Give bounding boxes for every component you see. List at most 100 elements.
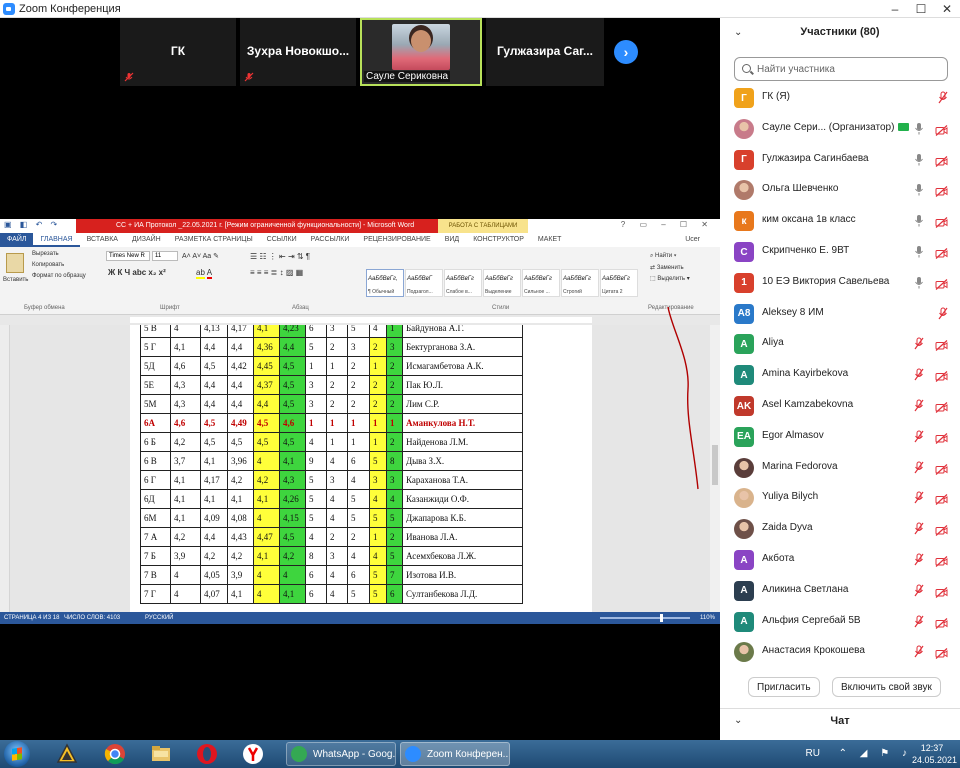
video-off-icon [935, 616, 948, 629]
participant-name-text: Yuliya Bilych [762, 491, 819, 503]
participant-name: Aleksey 8 ИМ [762, 307, 824, 318]
chrome-icon[interactable] [104, 743, 126, 765]
participant-search-input[interactable] [757, 61, 942, 77]
video-off-icon [935, 246, 948, 259]
chat-title: Чат [830, 715, 850, 727]
participant-name: Asel Kamzabekovna [762, 399, 853, 410]
participants-actions: Пригласить Включить свой звук [720, 674, 960, 700]
tray-icons[interactable]: ⌃ ◢ ⚑ ♪ [839, 748, 912, 759]
maximize-button[interactable]: ☐ [908, 0, 934, 18]
video-off-icon [935, 492, 948, 506]
participant-name: Сауле Сери... (Организатор) [762, 121, 910, 133]
mic-icon [914, 183, 924, 196]
avatar: к [734, 211, 754, 232]
participant-row[interactable]: к ким оксана 1в класс [720, 206, 960, 236]
avatar: A [734, 334, 754, 355]
participant-name: Ольга Шевченко [762, 183, 838, 194]
video-off-icon [935, 123, 948, 136]
taskbar-task[interactable]: Zoom Конферен... [400, 742, 510, 766]
participant-row[interactable]: A Amina Kayirbekova [720, 360, 960, 390]
participant-list[interactable]: Г ГК (Я) Сауле Сери... (Организатор) Г Гулжа… [720, 83, 960, 673]
avatar: Г [734, 88, 754, 108]
participant-name-text: ГК (Я) [762, 91, 790, 102]
participant-name: Акбота [762, 553, 794, 564]
participant-row[interactable]: A8 Aleksey 8 ИМ [720, 299, 960, 329]
participant-name-text: Гулжазира Сагинбаева [762, 152, 869, 164]
participant-name-text: Скрипченко Е. 9ВТ [762, 245, 850, 256]
participant-name-text: Marina Fedorova [762, 460, 838, 472]
participant-name-text: Zaida Dyva [762, 522, 813, 534]
participant-row[interactable]: 1 10 ЕЭ Виктория Савельева [720, 268, 960, 298]
shared-screen-word: ▣ ◧ ↶ ↷ СС + ИА Протокол _22.05.2021 г. … [0, 219, 720, 624]
system-clock[interactable]: 12:37 24.05.2021 [912, 742, 957, 766]
participant-row[interactable]: Г Гулжазира Сагинбаева [720, 145, 960, 175]
participant-name-text: Asel Kamzabekovna [762, 399, 854, 410]
avatar: Г [734, 149, 754, 170]
mic-muted-icon [914, 553, 924, 566]
participant-row[interactable]: Сауле Сери... (Организатор) [720, 114, 960, 144]
video-off-icon [935, 215, 948, 229]
participant-name-text: Ольга Шевченко [762, 183, 839, 195]
participant-row[interactable]: Marina Fedorova [720, 453, 960, 483]
chat-header[interactable]: ⌄ Чат [720, 708, 960, 734]
input-language[interactable]: RU [806, 748, 820, 759]
opera-icon[interactable] [196, 743, 218, 765]
thumbnail-gk[interactable]: ГК [120, 18, 236, 86]
participant-name-text: Аликина Светлана [762, 583, 849, 595]
thumbnail-name: ГК [170, 44, 186, 58]
participant-row[interactable]: A Aliya [720, 329, 960, 359]
file-explorer-icon[interactable] [150, 743, 172, 765]
thumbnail-saule[interactable]: Сауле Сериковна [360, 18, 482, 86]
avatar-photo [734, 519, 754, 540]
participant-row[interactable]: A Акбота [720, 545, 960, 575]
participant-name-text: Amina Kayirbekova [762, 368, 849, 380]
participant-row[interactable]: Yuliya Bilych [720, 483, 960, 513]
avatar: A8 [734, 303, 754, 324]
mic-muted-icon [914, 461, 924, 474]
mic-muted-icon [914, 645, 924, 658]
next-page-button[interactable]: › [614, 40, 638, 64]
mic-icon [914, 245, 924, 258]
participant-row[interactable]: Анастасия Крокошева [720, 637, 960, 667]
participant-row[interactable]: Г ГК (Я) [720, 83, 960, 113]
participant-row[interactable]: AK Asel Kamzabekovna [720, 391, 960, 421]
minimize-button[interactable]: – [882, 0, 908, 18]
participant-name-text: Анастасия Крокошева [762, 645, 865, 657]
unmute-me-button[interactable]: Включить свой звук [832, 677, 941, 697]
taskbar-task[interactable]: WhatsApp - Goog... [286, 742, 396, 766]
close-button[interactable]: ✕ [934, 0, 960, 18]
participant-name: 10 ЕЭ Виктория Савельева [762, 276, 889, 287]
participant-name-text: Egor Almasov [762, 429, 824, 441]
participant-name: Скрипченко Е. 9ВТ [762, 245, 849, 256]
avatar-photo [734, 457, 754, 478]
participant-row[interactable]: Ольга Шевченко [720, 175, 960, 205]
participant-row[interactable]: A Альфия Сергебай 5В [720, 607, 960, 637]
video-off-icon [935, 523, 948, 537]
annotation-pen-stroke [667, 306, 699, 490]
screen-share-icon [898, 122, 910, 131]
start-button[interactable] [4, 741, 30, 767]
zoom-app-icon [405, 746, 421, 762]
mic-muted-icon [244, 72, 254, 82]
avatar-photo [734, 488, 754, 509]
avatar: A [734, 550, 754, 570]
mic-muted-icon [938, 91, 948, 104]
participant-name-text: Сауле Сери... (Организатор) [762, 121, 895, 133]
participant-name: Marina Fedorova [762, 461, 838, 472]
invite-button[interactable]: Пригласить [748, 677, 820, 697]
video-off-icon [935, 400, 948, 413]
archiver-app-icon[interactable] [56, 743, 78, 765]
participant-row[interactable]: EA Egor Almasov [720, 422, 960, 452]
participant-row[interactable]: С Скрипченко Е. 9ВТ [720, 237, 960, 267]
avatar: EA [734, 426, 754, 447]
avatar: С [734, 242, 754, 262]
meeting-stage: ГК Зухра Новокшо... Сауле Сериковна Гулж… [0, 18, 720, 740]
search-icon [742, 64, 751, 73]
thumbnail-gulzhazira[interactable]: Гулжазира Саг... [486, 18, 604, 86]
thumbnail-zukhra[interactable]: Зухра Новокшо... [240, 18, 356, 86]
participant-row[interactable]: Zaida Dyva [720, 514, 960, 544]
thumbnail-name: Сауле Сериковна [364, 71, 451, 82]
participant-name: Аликина Светлана [762, 584, 848, 595]
yandex-browser-icon[interactable] [242, 743, 264, 765]
participant-row[interactable]: A Аликина Светлана [720, 576, 960, 606]
